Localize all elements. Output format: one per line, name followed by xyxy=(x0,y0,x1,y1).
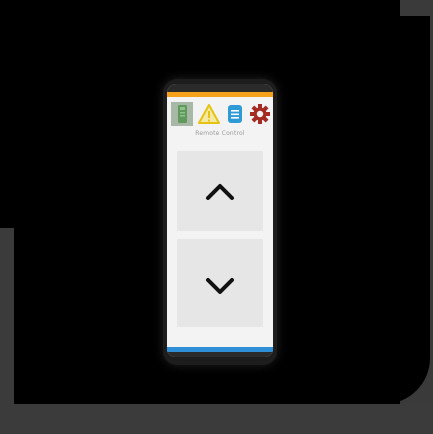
remote-icon[interactable] xyxy=(171,102,193,126)
down-button[interactable] xyxy=(177,239,263,327)
canvas: Remote Control xyxy=(0,0,433,434)
chevron-up-icon xyxy=(206,184,234,200)
bottom-bar xyxy=(167,352,273,357)
toolbar xyxy=(167,102,273,126)
warning-icon[interactable] xyxy=(198,102,220,126)
phone-screen: Remote Control xyxy=(167,84,273,357)
gear-icon[interactable] xyxy=(249,102,271,126)
screen-title: Remote Control xyxy=(195,130,245,137)
chevron-down-icon xyxy=(206,278,234,294)
top-accent-bar xyxy=(167,92,273,97)
document-icon[interactable] xyxy=(224,102,246,126)
background-panel-bottom xyxy=(0,404,433,434)
up-button[interactable] xyxy=(177,151,263,231)
phone-device: Remote Control xyxy=(163,79,277,365)
